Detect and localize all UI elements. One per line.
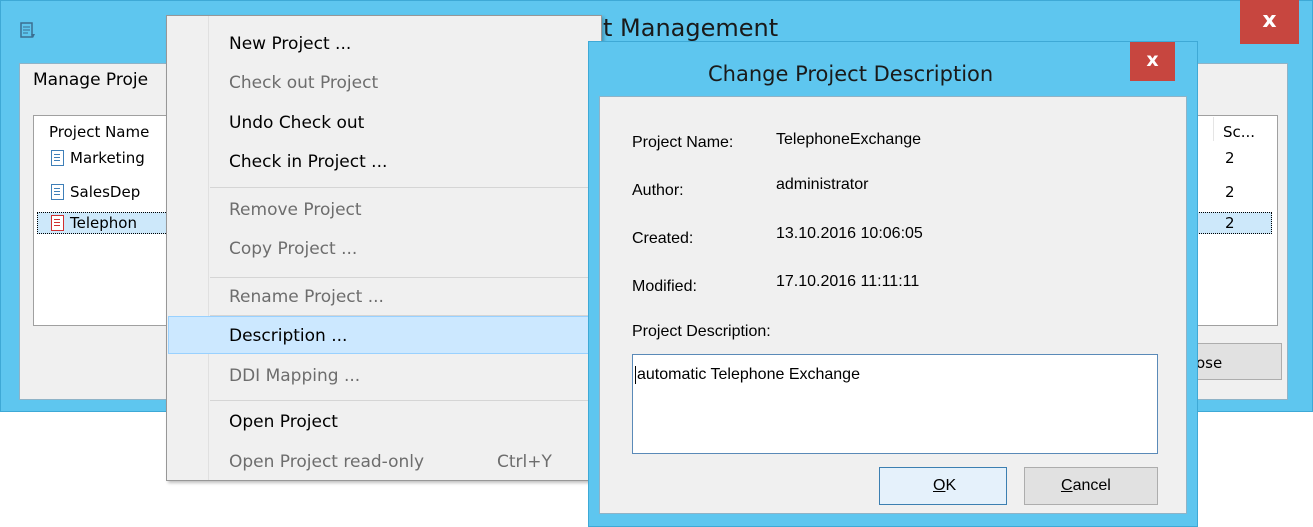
ok-mnemonic: O — [933, 477, 946, 494]
column-divider — [1213, 117, 1214, 141]
manage-projects-label: Manage Proje — [33, 70, 149, 90]
menu-item-new-project[interactable]: New Project ... — [229, 34, 351, 54]
author-label: Author: — [632, 182, 684, 199]
ok-label-rest: K — [945, 477, 957, 494]
column-header-project-name[interactable]: Project Name — [49, 123, 149, 141]
menu-item-undo-check-out[interactable]: Undo Check out — [229, 113, 364, 133]
created-label: Created: — [632, 230, 694, 247]
project-doc-icon — [51, 150, 64, 166]
created-value: 13.10.2016 10:06:05 — [776, 225, 923, 242]
menu-item-open-project[interactable]: Open Project — [229, 412, 338, 432]
ok-button-label: OK — [933, 477, 956, 495]
project-description-label: Project Description: — [632, 323, 771, 340]
author-value: administrator — [776, 176, 869, 193]
menu-item-copy-project[interactable]: Copy Project ... — [229, 239, 357, 259]
menu-shortcut-ctrl-y: Ctrl+Y — [497, 452, 552, 472]
close-button-label: ose — [1196, 354, 1223, 372]
menu-item-open-project-read-only[interactable]: Open Project read-only — [229, 452, 424, 472]
menu-separator — [210, 400, 600, 401]
column-header-sc[interactable]: Sc... — [1223, 123, 1255, 141]
row-2-sc: 2 — [1225, 183, 1235, 201]
row-1-sc: 2 — [1225, 149, 1235, 167]
row-1-name[interactable]: Marketing — [70, 149, 145, 167]
project-doc-icon — [51, 184, 64, 200]
project-name-label: Project Name: — [632, 134, 734, 151]
menu-item-remove-project[interactable]: Remove Project — [229, 200, 362, 220]
row-3-name[interactable]: Telephon — [70, 214, 137, 232]
project-name-value: TelephoneExchange — [776, 131, 922, 148]
menu-separator — [210, 277, 600, 278]
main-window-title: t Management — [603, 14, 779, 42]
cancel-button-label: Cancel — [1061, 477, 1111, 495]
menu-item-check-in-project[interactable]: Check in Project ... — [229, 152, 387, 172]
menu-separator — [210, 187, 600, 188]
dialog-close-button[interactable]: x — [1130, 42, 1175, 81]
modified-label: Modified: — [632, 278, 697, 295]
menu-item-check-out-project[interactable]: Check out Project — [229, 73, 378, 93]
cancel-label-rest: ancel — [1072, 477, 1111, 494]
project-description-text[interactable]: automatic Telephone Exchange — [637, 366, 860, 384]
menu-item-ddi-mapping[interactable]: DDI Mapping ... — [229, 366, 360, 386]
menu-item-description[interactable]: Description ... — [229, 326, 347, 346]
dialog-title: Change Project Description — [708, 62, 994, 86]
cancel-mnemonic: C — [1061, 477, 1073, 494]
menu-gutter-line — [208, 16, 209, 480]
row-2-name[interactable]: SalesDep — [70, 183, 140, 201]
row-3-sc: 2 — [1225, 214, 1235, 232]
menu-separator — [210, 315, 600, 316]
main-window-close-button[interactable]: x — [1240, 0, 1299, 44]
project-doc-checkedout-icon — [51, 215, 64, 231]
app-document-icon — [20, 22, 36, 38]
modified-value: 17.10.2016 11:11:11 — [776, 273, 920, 290]
menu-item-rename-project[interactable]: Rename Project ... — [229, 287, 384, 307]
text-caret — [635, 366, 636, 384]
